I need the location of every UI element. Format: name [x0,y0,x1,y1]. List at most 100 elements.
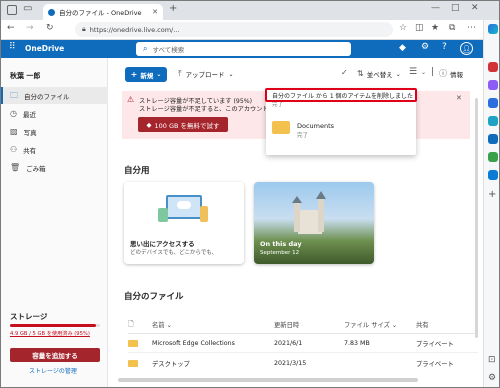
toast-item-status: 完了 [297,133,309,139]
folder-icon [272,121,290,134]
search-icon: ⌕ [143,44,148,53]
search-input[interactable]: ⌕ すべて検索 [136,42,351,56]
try-free-storage-button[interactable]: ◆ 100 GB を無料で試す [138,117,228,132]
tools-icon[interactable] [488,80,498,90]
main-content: + 新規 ⌄ ⤒ アップロード ⌄ ✓ ⇅ 並べ替え ⌄ ☰ ⌄ | ⓘ 情報 … [108,58,483,387]
app-launcher-icon[interactable]: ⠿ [9,43,16,52]
nav-item-recycle-bin[interactable]: 🗑︎ ごみ箱 [1,159,108,176]
edge-app-icon[interactable] [488,170,498,180]
outlook-icon[interactable] [488,134,498,144]
back-icon[interactable]: ← [7,24,15,33]
memories-card[interactable]: 思い出にアクセスする どのデバイスでも、どこからでも、 [124,182,244,264]
table-row[interactable]: デスクトップ 2021/3/15 プライベート [128,354,478,372]
address-bar-row: ← → ↻ 🔒︎ https://onedrive.live.com/... ☆… [1,20,499,40]
refresh-icon[interactable]: ↻ [46,24,54,33]
onedrive-header: ⠿ OneDrive ⌕ すべて検索 ◆ ⚙ ? 👤︎ [1,40,483,58]
left-nav: 秋葉 一郎 🗀︎ 自分のファイル ◷ 最近 ▨ 写真 ⚇ 共有 🗑︎ ごみ箱 ス… [1,58,108,387]
horizontal-scrollbar[interactable] [118,378,418,382]
sidebar-settings-icon[interactable]: ⚙ [488,374,496,383]
view-options-icon[interactable]: ☰ [409,68,417,77]
minimize-icon[interactable]: — [431,4,440,13]
nav-item-shared[interactable]: ⚇ 共有 [1,141,108,158]
info-button[interactable]: ⓘ 情報 [439,69,463,80]
microsoft365-icon[interactable] [488,116,498,126]
edge-sidebar: + ⊡ ⚙ [483,20,499,387]
nav-item-my-files[interactable]: 🗀︎ 自分のファイル [1,87,108,104]
app-name[interactable]: OneDrive [25,44,64,53]
nav-item-recent[interactable]: ◷ 最近 [1,105,108,122]
browser-window: ▭ 自分のファイル - OneDrive ✕ + — □ ✕ ← → ↻ 🔒︎ … [0,0,500,388]
nav-item-label: 共有 [23,146,37,155]
collections-icon[interactable]: ⧉ [449,24,455,33]
window-menu-icon[interactable] [7,5,17,15]
favorite-star-icon[interactable]: ☆ [399,24,407,33]
more-menu-icon[interactable]: ⋯ [467,24,476,33]
forward-icon[interactable]: → [26,24,34,33]
on-this-day-card[interactable]: On this day September 12 [254,182,374,264]
info-label: 情報 [450,71,463,79]
url-field[interactable]: 🔒︎ https://onedrive.live.com/... [75,22,393,37]
castle-photo [292,191,328,236]
column-modified[interactable]: 更新日時 [274,320,344,329]
storage-usage-link[interactable]: 4.9 GB / 5 GB を使用済み (95%) [10,330,90,337]
games-icon[interactable] [488,98,498,108]
people-icon: ⚇ [10,144,18,154]
info-icon: ⓘ [439,69,447,78]
folder-icon: 🗀︎ [10,90,18,100]
nav-item-photos[interactable]: ▨ 写真 [1,123,108,140]
help-icon[interactable]: ? [442,43,447,52]
file-date: 2021/6/1 [274,340,303,347]
upload-icon: ⤒ [178,69,182,78]
tab-bar: ▭ 自分のファイル - OneDrive ✕ + — □ ✕ [1,1,499,20]
file-name[interactable]: デスクトップ [152,359,274,368]
column-sharing[interactable]: 共有 [416,320,466,329]
add-sidebar-app-icon[interactable]: + [488,190,496,200]
tab-onedrive[interactable]: 自分のファイル - OneDrive ✕ [43,4,163,20]
url-text: https://onedrive.live.com/... [89,25,180,34]
trash-icon: 🗑︎ [10,162,21,172]
close-banner-icon[interactable]: ✕ [456,95,462,102]
sidebar-customize-icon[interactable]: ⊡ [488,356,496,365]
bing-chat-icon[interactable] [488,24,498,34]
photo-icon: ▨ [10,126,18,136]
nav-item-label: ごみ箱 [26,164,46,173]
checkmark-icon[interactable]: ✓ [341,69,348,77]
vertical-scrollbar[interactable] [475,98,478,338]
premium-diamond-icon[interactable]: ◆ [399,44,406,53]
nav-item-label: 最近 [22,110,36,119]
file-sharing: プライベート [416,360,454,368]
close-window-icon[interactable]: ✕ [471,4,479,13]
account-avatar-icon[interactable]: 👤︎ [460,42,473,55]
table-row[interactable]: Microsoft Edge Collections 2021/6/1 7.83… [128,335,478,353]
sort-button[interactable]: ⇅ 並べ替え ⌄ [357,69,401,80]
on-this-day-date: September 12 [260,250,300,256]
maximize-icon[interactable]: □ [451,4,460,13]
tab-actions-icon[interactable]: ▭ [23,4,32,14]
drop-icon[interactable] [488,152,498,162]
add-storage-button[interactable]: 容量を追加する [10,348,100,362]
favorites-icon[interactable]: ★ [431,24,439,33]
file-date: 2021/3/15 [274,359,307,367]
new-tab-icon[interactable]: + [169,4,177,14]
upload-label: アップロード [185,71,225,79]
close-tab-icon[interactable]: ✕ [152,8,158,16]
toast-item-name: Documents [297,122,335,130]
folder-icon [128,359,138,367]
chevron-down-icon: ⌄ [395,70,401,78]
nav-item-label: 写真 [23,128,37,137]
shopping-icon[interactable] [488,62,498,72]
storage-bar-fill [10,324,96,327]
upload-button[interactable]: ⤒ アップロード ⌄ [178,69,234,80]
file-sharing: プライベート [416,341,454,348]
memories-illustration [158,192,208,224]
folder-icon [128,340,138,347]
new-button[interactable]: + 新規 ⌄ [125,67,167,82]
settings-gear-icon[interactable]: ⚙ [421,43,429,52]
user-name: 秋葉 一郎 [10,72,41,80]
column-size[interactable]: ファイル サイズ ⌄ [344,320,416,329]
file-name[interactable]: Microsoft Edge Collections [152,340,274,347]
column-name[interactable]: 名前 ⌄ [152,320,274,329]
manage-storage-link[interactable]: ストレージの管理 [29,366,77,375]
chevron-down-icon[interactable]: ⌄ [421,70,426,76]
split-screen-icon[interactable]: ◫ [415,24,424,33]
